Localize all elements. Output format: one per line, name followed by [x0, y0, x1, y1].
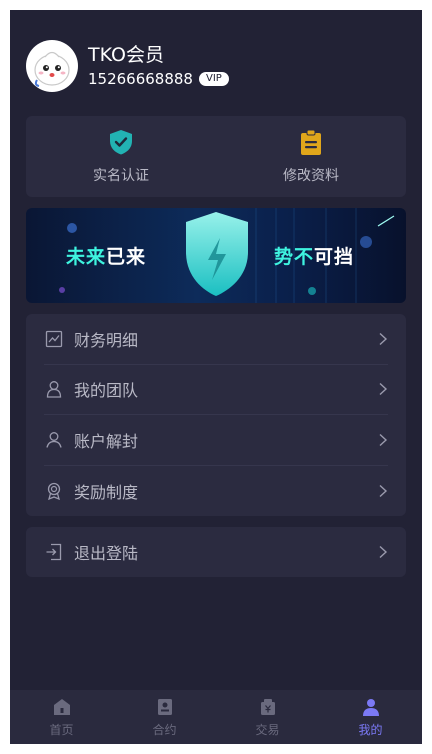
bottom-tab-bar: 首页 合约 交易 我的 — [10, 690, 422, 744]
shield-check-icon — [110, 130, 132, 155]
menu-item-label: 我的团队 — [74, 381, 139, 401]
contract-icon — [157, 699, 172, 715]
menu-item-account-unlock[interactable]: 账户解封 — [44, 415, 388, 466]
menu-item-label: 账户解封 — [74, 431, 139, 451]
logout-icon — [44, 542, 64, 562]
tab-label: 合约 — [152, 723, 177, 737]
quick-actions-card: 实名认证 修改资料 — [26, 116, 406, 197]
chevron-right-icon — [379, 545, 388, 559]
logout-button[interactable]: 退出登陆 — [44, 527, 388, 577]
trade-icon — [260, 699, 275, 715]
profile-header: TKO会员 15266668888 VIP — [26, 40, 229, 92]
tab-profile[interactable]: 我的 — [319, 690, 422, 744]
menu-item-my-team[interactable]: 我的团队 — [44, 365, 388, 415]
chevron-right-icon — [379, 383, 388, 396]
tab-contract[interactable]: 合约 — [113, 690, 216, 744]
tab-label: 交易 — [255, 723, 280, 737]
phone-number: 15266668888 — [88, 70, 193, 88]
award-icon — [44, 481, 64, 501]
chevron-right-icon — [379, 484, 388, 497]
username: TKO会员 — [88, 44, 164, 66]
edit-profile-button[interactable]: 修改资料 — [216, 116, 406, 197]
tab-home[interactable]: 首页 — [10, 690, 113, 744]
menu-item-finance-details[interactable]: 财务明细 — [44, 314, 388, 365]
action-label: 修改资料 — [283, 168, 339, 184]
menu-item-label: 退出登陆 — [74, 544, 139, 563]
real-name-verification-button[interactable]: 实名认证 — [26, 116, 216, 197]
home-icon — [53, 699, 70, 715]
mobile-screen: TKO会员 15266668888 VIP 实名认证 修改资料 未来已来 势不可… — [10, 10, 422, 744]
chart-icon — [44, 329, 64, 349]
logout-card: 退出登陆 — [26, 527, 406, 577]
banner-slogan-left: 未来已来 — [66, 246, 147, 268]
tab-trade[interactable]: 交易 — [216, 690, 319, 744]
user-icon — [44, 430, 64, 450]
vip-badge: VIP — [198, 72, 229, 86]
banner-slogan-right: 势不可挡 — [274, 246, 355, 268]
chevron-right-icon — [379, 433, 388, 446]
tab-label: 首页 — [49, 723, 74, 737]
menu-list: 财务明细 我的团队 账户解封 奖励制度 — [26, 314, 406, 516]
promo-banner[interactable]: 未来已来 势不可挡 — [26, 208, 406, 303]
menu-item-reward-system[interactable]: 奖励制度 — [44, 466, 388, 517]
tab-label: 我的 — [358, 723, 383, 737]
menu-item-label: 财务明细 — [74, 330, 139, 350]
avatar[interactable] — [26, 40, 78, 92]
chevron-right-icon — [379, 332, 388, 345]
menu-item-label: 奖励制度 — [74, 482, 139, 502]
avatar-mascot-icon — [34, 51, 70, 87]
profile-icon — [362, 699, 379, 716]
clipboard-icon — [301, 129, 321, 155]
action-label: 实名认证 — [93, 168, 149, 184]
team-icon — [44, 379, 64, 399]
